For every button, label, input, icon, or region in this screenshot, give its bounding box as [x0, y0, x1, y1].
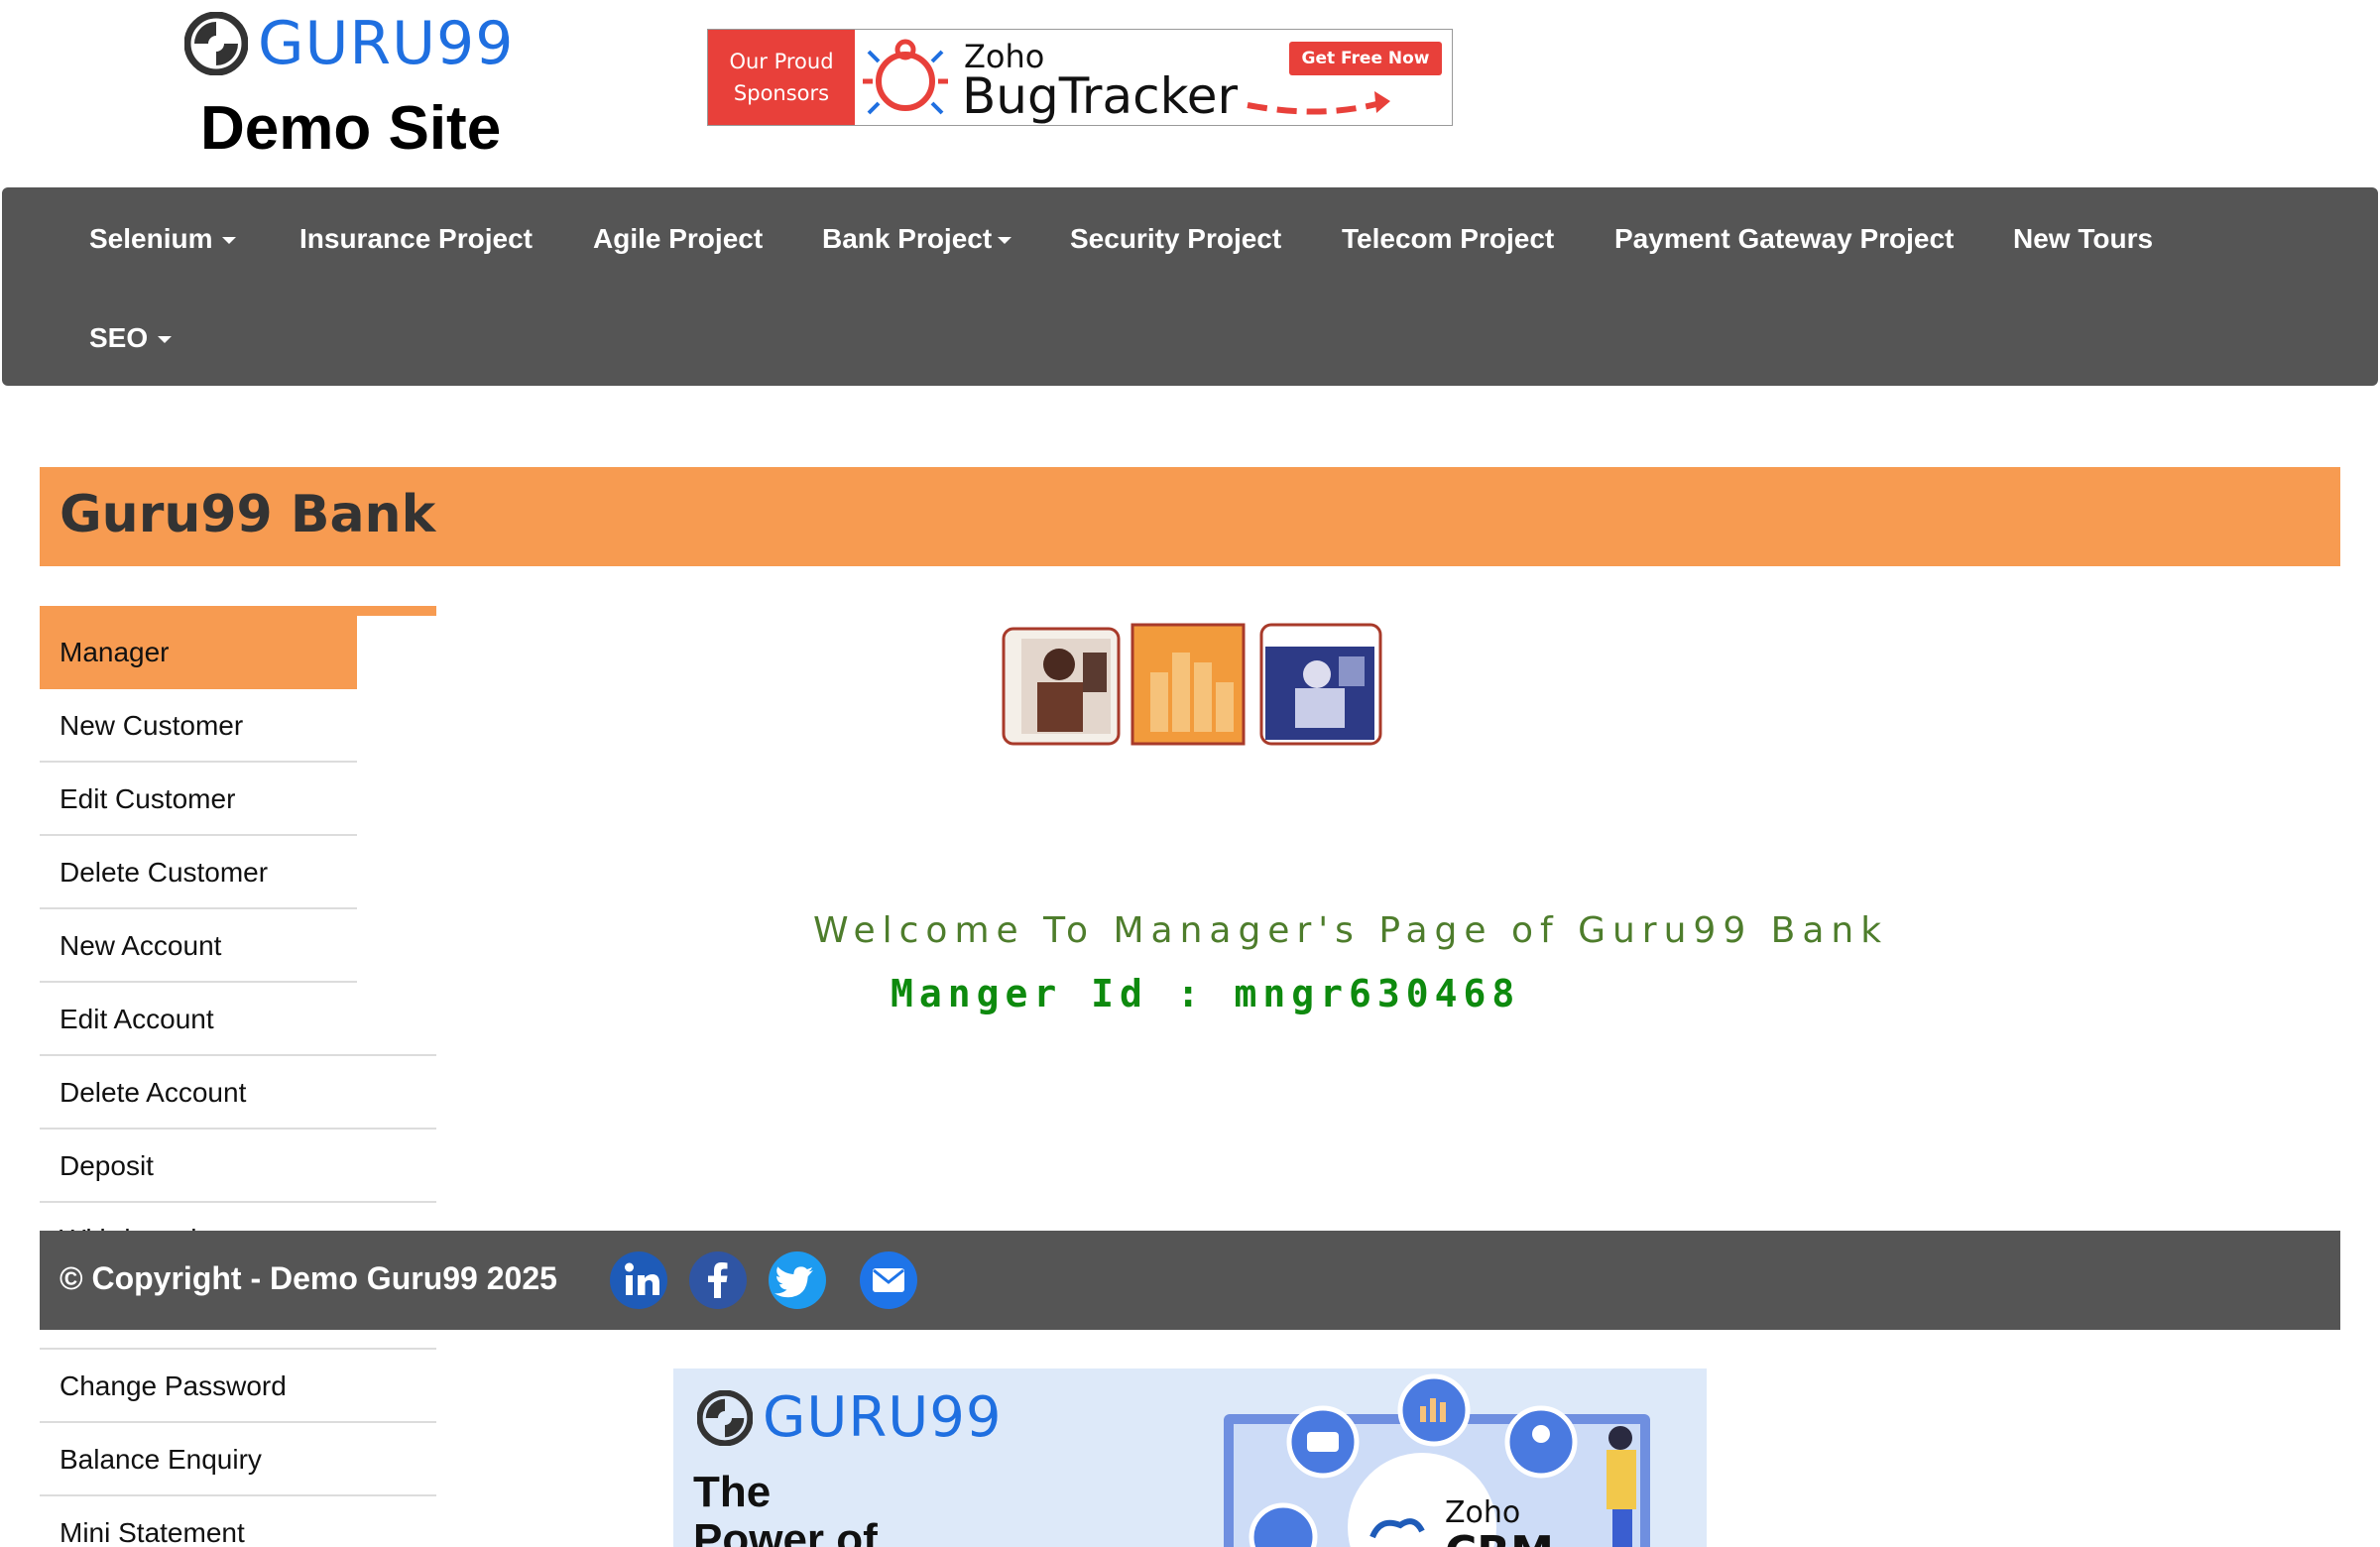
- sponsor-label-line1: Our Proud: [729, 50, 834, 73]
- sponsor-label: Our Proud Sponsors: [708, 30, 855, 125]
- zoho-crm-ad[interactable]: GURU99 The Power of Zoho CRM: [673, 1368, 1707, 1547]
- nav-bank-project[interactable]: Bank Project: [822, 223, 1012, 255]
- manager-id: Manger Id : mngr630468: [891, 972, 1521, 1015]
- sidebar-item-new-customer[interactable]: New Customer: [40, 689, 357, 763]
- facebook-icon[interactable]: [688, 1250, 748, 1310]
- bank-title-bar: Guru99 Bank: [40, 467, 2340, 566]
- crm-product: CRM: [1445, 1527, 1554, 1547]
- nav-selenium-label: Selenium: [89, 223, 213, 254]
- bottom-ad-wordmark: GURU99: [763, 1385, 1003, 1450]
- chevron-down-icon: [998, 237, 1012, 245]
- sponsor-ad-banner[interactable]: Our Proud Sponsors Zoho BugTracker Get F…: [707, 29, 1453, 126]
- nav-telecom-project[interactable]: Telecom Project: [1342, 223, 1554, 255]
- nav-agile-project[interactable]: Agile Project: [593, 223, 763, 255]
- sponsor-label-line2: Sponsors: [733, 81, 830, 105]
- chevron-down-icon: [158, 336, 173, 344]
- sidebar-item-new-account[interactable]: New Account: [40, 909, 357, 983]
- guru99-logo-icon: [697, 1390, 753, 1446]
- sidebar-item-delete-account[interactable]: Delete Account: [40, 1056, 436, 1130]
- sidebar-accent-bar: [40, 606, 436, 616]
- crm-brand: Zoho: [1445, 1495, 1521, 1530]
- nav-new-tours[interactable]: New Tours: [2013, 223, 2153, 255]
- nav-security-project[interactable]: Security Project: [1070, 223, 1281, 255]
- guru99-logo-icon: [184, 12, 248, 75]
- nav-seo-label: SEO: [89, 322, 149, 353]
- bank-banner-image: [1002, 623, 1382, 746]
- nav-seo[interactable]: SEO: [89, 322, 173, 354]
- sidebar-item-delete-customer[interactable]: Delete Customer: [40, 836, 357, 909]
- bottom-ad-line1: The: [693, 1468, 772, 1516]
- sidebar-item-edit-account[interactable]: Edit Account: [40, 983, 436, 1056]
- get-free-now-button[interactable]: Get Free Now: [1289, 42, 1442, 75]
- logo-wordmark: GURU99: [258, 9, 515, 78]
- sidebar-item-balance-enquiry[interactable]: Balance Enquiry: [40, 1423, 436, 1496]
- page-title: Guru99 Bank: [60, 485, 436, 544]
- dashed-arrow-icon: [1247, 91, 1390, 115]
- sidebar-item-deposit[interactable]: Deposit: [40, 1130, 436, 1203]
- main-navbar: Selenium Insurance Project Agile Project…: [2, 187, 2378, 386]
- sidebar-item-change-password[interactable]: Change Password: [40, 1350, 436, 1423]
- footer-bar: © Copyright - Demo Guru99 2025: [40, 1231, 2340, 1330]
- site-title: Demo Site: [200, 94, 502, 163]
- sidebar-item-manager[interactable]: Manager: [40, 616, 357, 689]
- nav-insurance-project[interactable]: Insurance Project: [299, 223, 533, 255]
- sponsor-product: BugTracker: [962, 67, 1239, 125]
- sidebar-item-edit-customer[interactable]: Edit Customer: [40, 763, 357, 836]
- linkedin-icon[interactable]: [609, 1250, 668, 1310]
- welcome-message: Welcome To Manager's Page of Guru99 Bank: [813, 910, 1889, 951]
- nav-selenium[interactable]: Selenium: [89, 223, 237, 255]
- nav-bank-project-label: Bank Project: [822, 223, 993, 254]
- guru99-logo[interactable]: GURU99 Demo Site: [184, 12, 527, 164]
- crm-illustration: [1224, 1373, 1650, 1547]
- copyright-text: © Copyright - Demo Guru99 2025: [60, 1260, 557, 1296]
- email-icon[interactable]: [859, 1250, 918, 1310]
- nav-payment-gateway-project[interactable]: Payment Gateway Project: [1614, 223, 1954, 255]
- bottom-ad-line2: Power of: [693, 1515, 878, 1547]
- bug-icon: [863, 39, 948, 115]
- chevron-down-icon: [222, 237, 237, 245]
- twitter-icon[interactable]: [768, 1250, 827, 1310]
- sidebar-item-mini-statement[interactable]: Mini Statement: [40, 1496, 436, 1547]
- bottom-ad-logo: GURU99: [697, 1386, 1003, 1450]
